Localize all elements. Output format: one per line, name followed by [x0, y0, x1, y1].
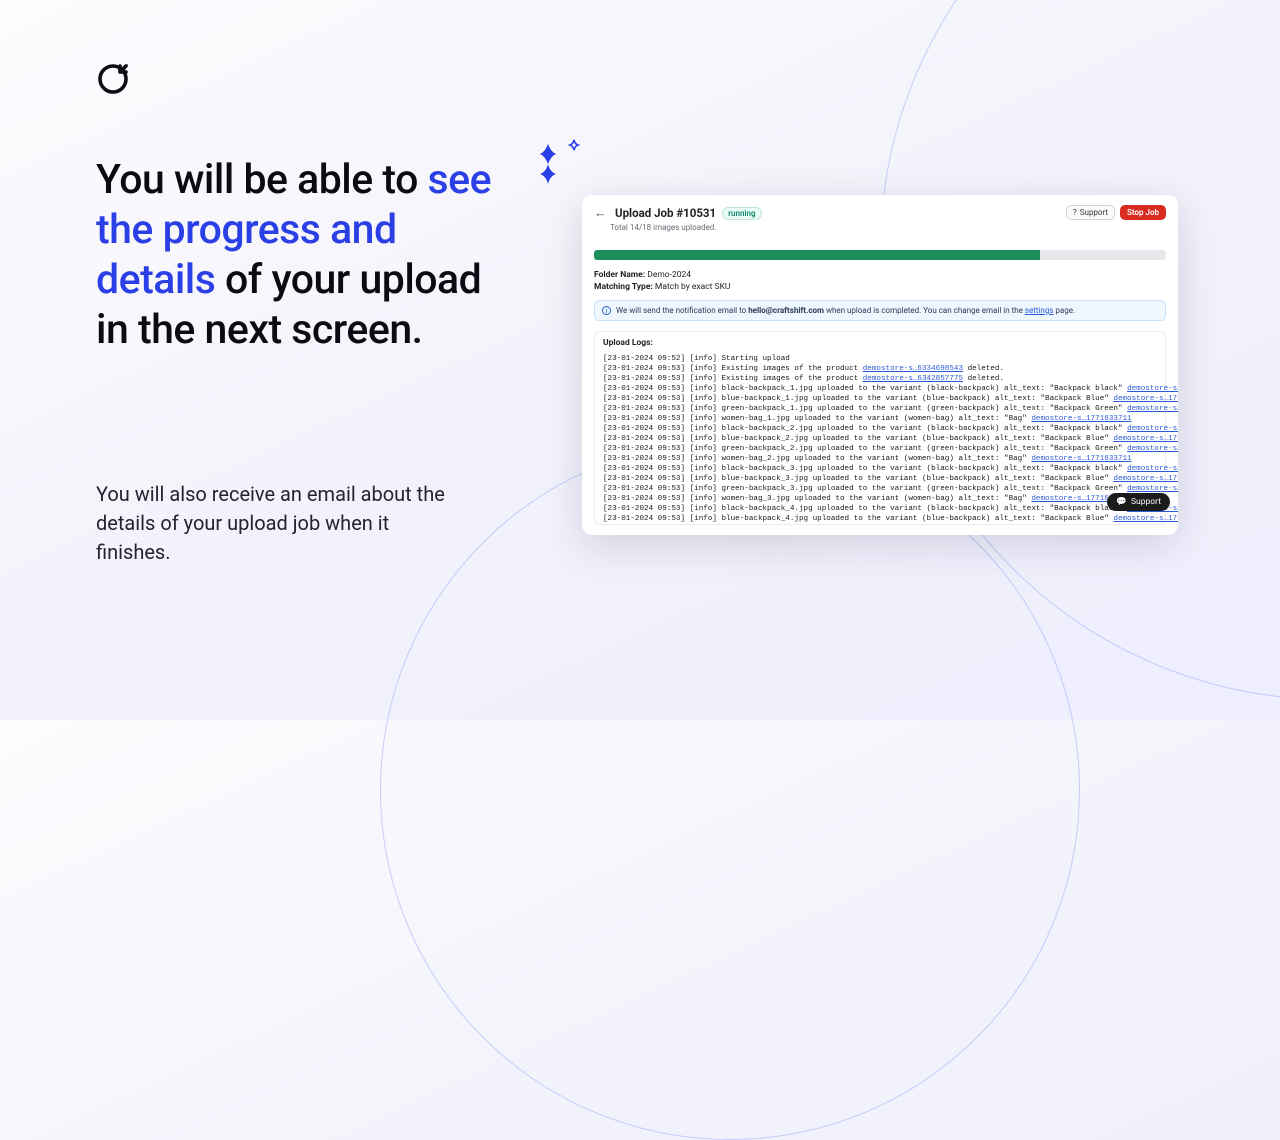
folder-name-value: Demo-2024 [647, 270, 691, 280]
info-icon: i [602, 306, 611, 315]
product-link[interactable]: demostore-s…1757871151 [1113, 395, 1178, 403]
product-link[interactable]: demostore-s…1771633711 [1031, 455, 1131, 463]
log-line: [23-01-2024 09:53] [info] women-bag_2.jp… [603, 454, 1157, 464]
product-link[interactable]: demostore-s…17578383 [1127, 445, 1178, 453]
log-line: [23-01-2024 09:53] [info] Existing image… [603, 374, 1157, 384]
support-label: Support [1080, 208, 1108, 217]
floating-support-label: Support [1131, 497, 1161, 507]
product-link[interactable]: demostore-s…17579039 [1127, 385, 1178, 393]
notice-text: We will send the notification email to [616, 306, 748, 315]
back-arrow-icon[interactable]: ← [594, 205, 607, 221]
matching-type-label: Matching Type: [594, 282, 653, 292]
product-link[interactable]: demostore-s…1757871151 [1113, 435, 1178, 443]
log-line: [23-01-2024 09:53] [info] women-bag_1.jp… [603, 414, 1157, 424]
email-notice: i We will send the notification email to… [594, 300, 1166, 321]
upload-count: Total 14/18 images uploaded. [610, 223, 762, 232]
brand-logo [96, 62, 130, 100]
notice-text: page. [1053, 306, 1075, 315]
settings-link[interactable]: settings [1025, 306, 1054, 315]
floating-support-button[interactable]: 💬 Support [1107, 493, 1170, 511]
progress-bar [594, 250, 1166, 260]
matching-type-row: Matching Type: Match by exact SKU [594, 282, 1166, 292]
stop-job-button[interactable]: Stop Job [1120, 205, 1166, 220]
log-line: [23-01-2024 09:53] [info] blue-backpack_… [603, 434, 1157, 444]
upload-job-panel: ← Upload Job #10531 running Total 14/18 … [582, 195, 1178, 535]
log-line: [23-01-2024 09:53] [info] blue-backpack_… [603, 514, 1157, 524]
chat-icon: 💬 [1116, 497, 1127, 507]
log-line: [23-01-2024 09:53] [info] green-backpack… [603, 444, 1157, 454]
page-title: Upload Job #10531 [615, 206, 716, 220]
folder-name-row: Folder Name: Demo-2024 [594, 270, 1166, 280]
log-line: [23-01-2024 09:53] [info] women-bag_3.jp… [603, 494, 1157, 504]
log-line: [23-01-2024 09:53] [info] black-backpack… [603, 424, 1157, 434]
product-link[interactable]: demostore-s…17579039 [1127, 425, 1178, 433]
log-line: [23-01-2024 09:53] [info] black-backpack… [603, 464, 1157, 474]
log-line: [23-01-2024 09:53] [info] blue-backpack_… [603, 474, 1157, 484]
product-link[interactable]: demostore-s…6334698543 [863, 365, 963, 373]
sparkle-icon [528, 136, 588, 196]
subtext: You will also receive an email about the… [96, 480, 456, 567]
log-line: [23-01-2024 09:53] [info] green-backpack… [603, 484, 1157, 494]
log-line: [23-01-2024 09:53] [info] green-backpack… [603, 404, 1157, 414]
log-output: [23-01-2024 09:52] [info] Starting uploa… [603, 354, 1157, 524]
product-link[interactable]: demostore-s…17579039 [1127, 465, 1178, 473]
headline: You will be able to see the progress and… [96, 155, 516, 355]
matching-type-value: Match by exact SKU [655, 282, 731, 292]
product-link[interactable]: demostore-s…17578383 [1127, 405, 1178, 413]
question-icon: ? [1073, 208, 1077, 217]
folder-name-label: Folder Name: [594, 270, 645, 280]
product-link[interactable]: demostore-s…1771633711 [1031, 415, 1131, 423]
log-line: [23-01-2024 09:53] [info] black-backpack… [603, 504, 1157, 514]
decorative-curve [380, 440, 1080, 1140]
product-link[interactable]: demostore-s…1757871151 [1113, 515, 1178, 523]
product-link[interactable]: demostore-s…1757871151 [1113, 475, 1178, 483]
logs-heading: Upload Logs: [603, 338, 1157, 348]
support-button[interactable]: ? Support [1066, 205, 1115, 220]
headline-text: You will be able to [96, 156, 428, 204]
log-line: [23-01-2024 09:53] [info] black-backpack… [603, 384, 1157, 394]
product-link[interactable]: demostore-s…17578383 [1127, 485, 1178, 493]
progress-fill [594, 250, 1040, 260]
notice-text: when upload is completed. You can change… [824, 306, 1025, 315]
log-line: [23-01-2024 09:53] [info] blue-backpack_… [603, 394, 1157, 404]
log-line: [23-01-2024 09:52] [info] Starting uploa… [603, 354, 1157, 364]
status-badge: running [722, 207, 761, 220]
product-link[interactable]: demostore-s…6342857775 [863, 375, 963, 383]
log-line: [23-01-2024 09:53] [info] Existing image… [603, 364, 1157, 374]
notice-email: hello@craftshift.com [748, 306, 824, 315]
